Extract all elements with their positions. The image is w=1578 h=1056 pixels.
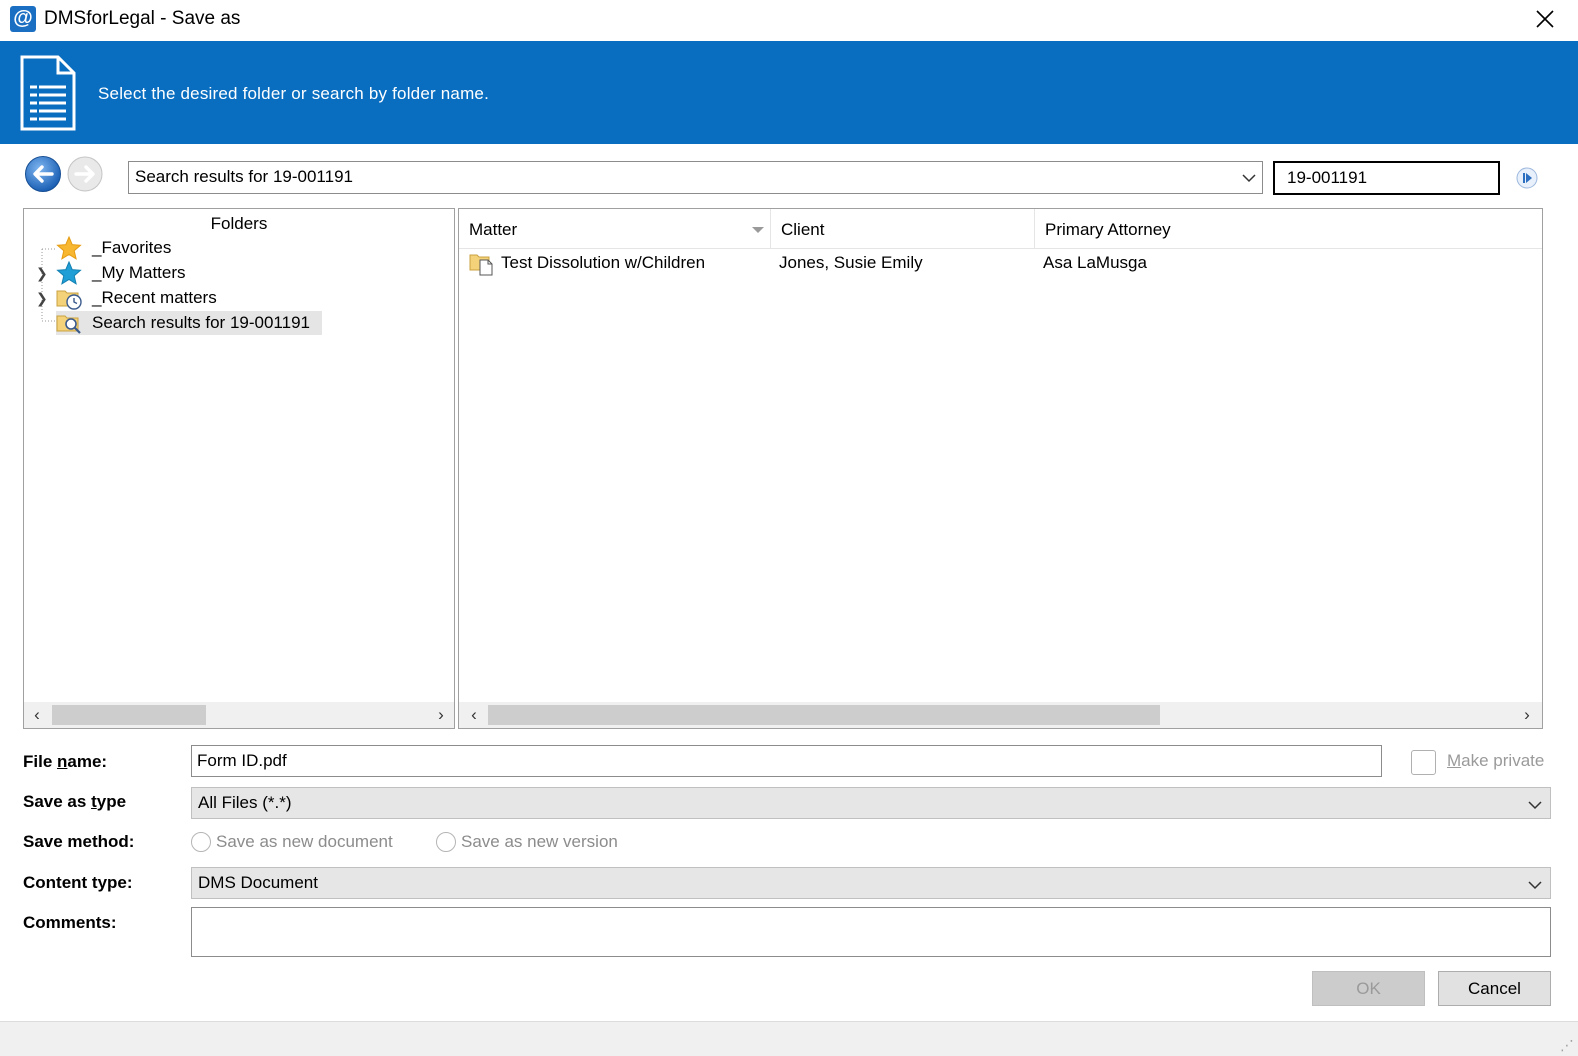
save-as-new-document-label[interactable]: Save as new document bbox=[216, 832, 393, 852]
location-value: Search results for 19-001191 bbox=[135, 167, 353, 186]
column-header-client[interactable]: Client bbox=[771, 209, 1035, 249]
save-as-type-value: All Files (*.*) bbox=[198, 793, 292, 812]
location-dropdown[interactable]: Search results for 19-001191 bbox=[128, 161, 1263, 194]
cell-primary-attorney: Asa LaMusga bbox=[1043, 253, 1147, 272]
forward-arrow-icon bbox=[67, 156, 103, 192]
resize-grip-icon[interactable]: ⋰ bbox=[1560, 1037, 1574, 1054]
search-folder-icon bbox=[56, 315, 81, 334]
save-method-label: Save method: bbox=[23, 832, 135, 851]
tree-item-label: _Recent matters bbox=[92, 288, 217, 307]
matter-folder-icon bbox=[469, 254, 493, 276]
expand-chevron-icon[interactable]: ❯ bbox=[36, 261, 48, 285]
scroll-left-icon[interactable]: ‹ bbox=[461, 702, 487, 728]
tree-item-label: Search results for 19-001191 bbox=[92, 313, 310, 332]
scrollbar-thumb[interactable] bbox=[52, 705, 206, 725]
play-icon bbox=[1516, 167, 1538, 189]
window-title: DMSforLegal - Save as bbox=[44, 8, 241, 29]
save-as-type-dropdown[interactable]: All Files (*.*) bbox=[191, 787, 1551, 819]
list-header: Matter Client Primary Attorney bbox=[459, 209, 1542, 249]
save-as-new-version-label[interactable]: Save as new version bbox=[461, 832, 618, 852]
tree-item-search-results[interactable]: Search results for 19-001191 bbox=[56, 311, 322, 335]
cancel-button[interactable]: Cancel bbox=[1438, 971, 1551, 1006]
make-private-checkbox[interactable] bbox=[1411, 750, 1436, 775]
star-icon bbox=[56, 236, 82, 260]
banner-instruction: Select the desired folder or search by f… bbox=[98, 84, 490, 103]
expand-chevron-icon[interactable]: ❯ bbox=[36, 286, 48, 310]
column-header-label: Client bbox=[781, 220, 825, 239]
back-arrow-icon bbox=[25, 156, 61, 192]
folder-search-input[interactable] bbox=[1273, 161, 1500, 195]
scroll-right-icon[interactable]: › bbox=[428, 702, 454, 728]
cell-matter: Test Dissolution w/Children bbox=[501, 253, 706, 272]
scrollbar-thumb[interactable] bbox=[488, 705, 1160, 725]
title-bar: @ DMSforLegal - Save as bbox=[0, 0, 1578, 41]
save-as-new-version-radio[interactable] bbox=[436, 832, 456, 852]
folder-horizontal-scrollbar[interactable]: ‹ › bbox=[24, 702, 454, 728]
status-bar: ⋰ bbox=[0, 1021, 1578, 1056]
content-type-label: Content type: bbox=[23, 873, 133, 892]
save-as-type-label: Save as type bbox=[23, 792, 127, 811]
app-icon: @ bbox=[10, 6, 36, 32]
search-go-button[interactable] bbox=[1514, 165, 1540, 191]
comments-input[interactable] bbox=[191, 907, 1551, 957]
chevron-down-icon bbox=[1526, 796, 1544, 819]
file-name-input[interactable] bbox=[191, 745, 1382, 777]
header-banner: Select the desired folder or search by f… bbox=[0, 41, 1578, 144]
close-icon[interactable] bbox=[1528, 2, 1562, 36]
cell-client: Jones, Susie Emily bbox=[779, 253, 923, 272]
make-private-label[interactable]: Make private bbox=[1447, 751, 1544, 771]
ok-button[interactable]: OK bbox=[1312, 971, 1425, 1006]
document-icon bbox=[20, 55, 76, 136]
clock-folder-icon bbox=[56, 290, 82, 310]
tree-item-label: _Favorites bbox=[92, 238, 172, 257]
scroll-left-icon[interactable]: ‹ bbox=[24, 702, 50, 728]
folder-tree-pane: Folders _Favorites ❯ _My Matters ❯ _Rece… bbox=[23, 208, 455, 729]
content-type-dropdown[interactable]: DMS Document bbox=[191, 867, 1551, 899]
back-button[interactable] bbox=[24, 155, 62, 193]
content-type-value: DMS Document bbox=[198, 873, 318, 892]
file-name-label: File name: bbox=[23, 752, 108, 771]
chevron-down-icon[interactable] bbox=[1240, 169, 1258, 192]
tree-item-favorites[interactable]: _Favorites bbox=[56, 236, 356, 260]
tree-item-my-matters[interactable]: ❯ _My Matters bbox=[36, 261, 336, 285]
save-as-new-document-radio[interactable] bbox=[191, 832, 211, 852]
comments-label: Comments: bbox=[23, 913, 117, 932]
matter-list-pane: Matter Client Primary Attorney Test Diss… bbox=[458, 208, 1543, 729]
column-header-label: Primary Attorney bbox=[1045, 220, 1171, 239]
list-horizontal-scrollbar[interactable]: ‹ › bbox=[459, 702, 1542, 728]
tree-item-label: _My Matters bbox=[92, 263, 186, 282]
table-row[interactable]: Test Dissolution w/Children Jones, Susie… bbox=[459, 249, 1542, 277]
star-teal-icon bbox=[56, 261, 82, 285]
column-header-matter[interactable]: Matter bbox=[459, 209, 771, 249]
chevron-down-icon bbox=[1526, 876, 1544, 899]
column-header-label: Matter bbox=[469, 220, 518, 239]
column-header-primary-attorney[interactable]: Primary Attorney bbox=[1035, 209, 1541, 249]
forward-button[interactable] bbox=[66, 155, 104, 193]
sort-down-icon bbox=[752, 227, 764, 233]
tree-item-recent-matters[interactable]: ❯ _Recent matters bbox=[36, 286, 336, 310]
scroll-right-icon[interactable]: › bbox=[1514, 702, 1540, 728]
